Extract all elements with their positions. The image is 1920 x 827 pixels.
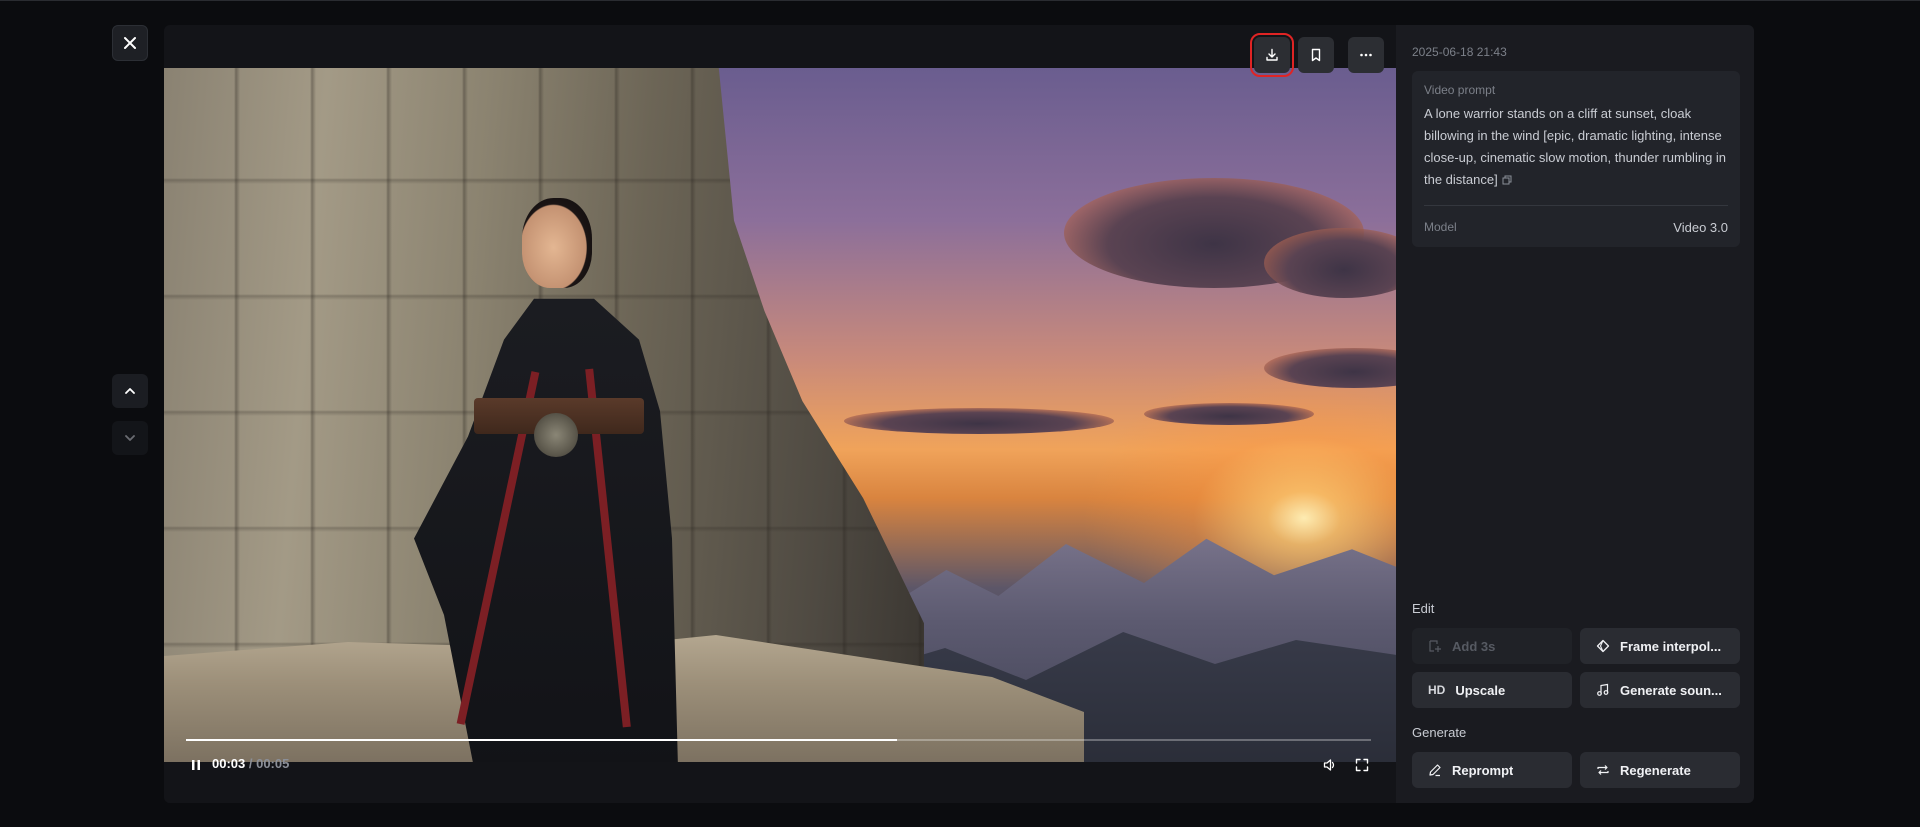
top-border [0, 0, 1920, 1]
more-horizontal-icon [1360, 53, 1372, 57]
bookmark-button[interactable] [1298, 37, 1334, 73]
add-3s-label: Add 3s [1452, 638, 1496, 654]
video-player: 00:03 / 00:05 [164, 25, 1396, 803]
prompt-card: Video prompt A lone warrior stands on a … [1412, 71, 1740, 247]
reprompt-button[interactable]: Reprompt [1412, 752, 1572, 788]
duration: 00:05 [256, 756, 290, 771]
model-value: Video 3.0 [1673, 220, 1728, 235]
cloud [1144, 403, 1314, 425]
fullscreen-button[interactable] [1352, 755, 1372, 775]
frame-interpolation-button[interactable]: Frame interpol... [1580, 628, 1740, 664]
progress-fill [186, 739, 897, 741]
created-timestamp: 2025-06-18 21:43 [1412, 45, 1507, 59]
previous-button[interactable] [112, 374, 148, 408]
warrior-head [522, 198, 592, 288]
player-controls: 00:03 / 00:05 [164, 756, 1396, 803]
download-icon [1266, 48, 1278, 61]
more-options-button[interactable] [1348, 37, 1384, 73]
diamond-interpolation-icon [1596, 639, 1610, 653]
belt-medallion [534, 413, 578, 457]
music-note-icon [1597, 683, 1609, 696]
generate-sound-label: Generate soun... [1620, 682, 1722, 698]
prompt-label: Video prompt [1424, 83, 1496, 97]
time-separator: / [245, 756, 257, 771]
regenerate-label: Regenerate [1620, 762, 1691, 778]
frame-interpolation-label: Frame interpol... [1620, 638, 1722, 654]
edit-section-label: Edit [1412, 601, 1435, 616]
prompt-text[interactable]: A lone warrior stands on a cliff at suns… [1424, 106, 1726, 187]
pause-button[interactable] [186, 755, 206, 775]
reprompt-label: Reprompt [1452, 762, 1514, 778]
download-button[interactable] [1250, 33, 1294, 77]
hd-icon: HD [1428, 683, 1446, 697]
add-3s-button: Add 3s [1412, 628, 1572, 664]
video-frame[interactable] [164, 68, 1396, 762]
progress-bar[interactable] [186, 739, 1371, 741]
chevron-up-icon [125, 388, 135, 394]
copy-prompt-button[interactable] [1502, 170, 1512, 192]
fullscreen-icon [1355, 758, 1369, 772]
generate-sound-button[interactable]: Generate soun... [1580, 672, 1740, 708]
add-frame-icon [1429, 640, 1441, 652]
next-button[interactable] [112, 421, 148, 455]
generate-section-label: Generate [1412, 725, 1467, 740]
pause-icon [192, 760, 200, 770]
upscale-button[interactable]: HD Upscale [1412, 672, 1572, 708]
divider [1424, 205, 1728, 206]
current-time: 00:03 [212, 756, 246, 771]
cloud [844, 408, 1114, 434]
pencil-icon [1429, 764, 1441, 777]
speaker-icon [1323, 759, 1335, 771]
copy-icon [1502, 175, 1512, 185]
regenerate-button[interactable]: Regenerate [1580, 752, 1740, 788]
repeat-icon [1597, 765, 1609, 775]
bookmark-icon [1311, 48, 1321, 62]
upscale-label: Upscale [1455, 682, 1506, 698]
close-icon [124, 37, 136, 49]
cloud [1264, 228, 1396, 298]
close-button[interactable] [112, 25, 148, 61]
chevron-down-icon [125, 435, 135, 441]
volume-button[interactable] [1320, 755, 1340, 775]
playback-time: 00:03 / 00:05 [212, 756, 289, 771]
model-label: Model [1424, 220, 1457, 234]
prompt-text-block: A lone warrior stands on a cliff at suns… [1424, 103, 1730, 192]
details-panel: 2025-06-18 21:43 Video prompt A lone war… [1396, 25, 1754, 803]
